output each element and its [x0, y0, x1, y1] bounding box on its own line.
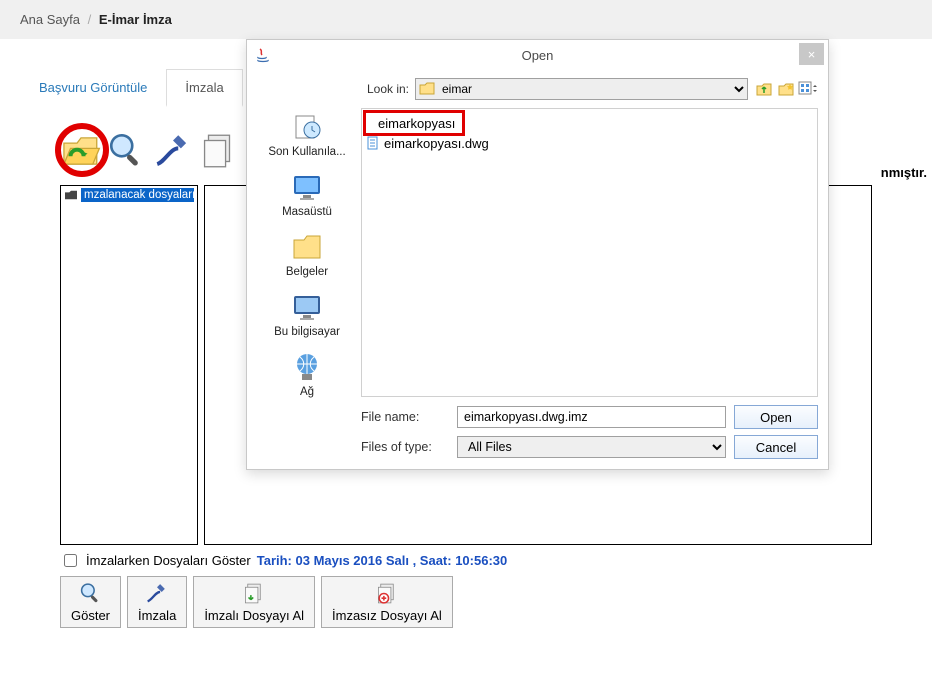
dialog-title: Open	[522, 48, 554, 63]
filename-input[interactable]	[457, 406, 726, 428]
goster-button[interactable]: Göster	[60, 576, 121, 628]
magnify-icon	[78, 581, 104, 606]
file-list[interactable]: D eimarkopyası eimarkopyası.dwg	[361, 108, 818, 397]
breadcrumb-current: E-İmar İmza	[99, 12, 172, 27]
close-icon: ×	[808, 47, 816, 62]
folder-new-icon	[778, 81, 794, 97]
filename-label: File name:	[361, 410, 449, 424]
button-label: İmzasız Dosyayı Al	[332, 608, 442, 623]
look-in-select[interactable]: eimar	[415, 78, 748, 100]
tab-label: Başvuru Görüntüle	[39, 80, 147, 95]
sidebar-network[interactable]: Ağ	[257, 346, 357, 402]
folder-icon	[64, 189, 78, 201]
dialog-close-button[interactable]: ×	[799, 43, 824, 65]
computer-icon	[290, 290, 324, 324]
files-download-icon	[241, 581, 267, 606]
sidebar-label: Ağ	[300, 386, 314, 398]
file-item-eimarkopyasi-dwg[interactable]: eimarkopyası.dwg	[366, 134, 813, 152]
recent-items-icon	[290, 110, 324, 144]
button-label: İmzalı Dosyayı Al	[204, 608, 304, 623]
magnify-button[interactable]	[106, 130, 148, 172]
desktop-icon	[290, 170, 324, 204]
dwg-file-icon	[366, 136, 380, 150]
sidebar-label: Son Kullanıla...	[268, 146, 345, 158]
show-files-checkbox[interactable]	[64, 554, 77, 567]
tab-imzala[interactable]: İmzala	[166, 69, 242, 107]
imzala-button[interactable]: İmzala	[127, 576, 187, 628]
folder-up-icon	[756, 81, 772, 97]
breadcrumb-home[interactable]: Ana Sayfa	[20, 12, 80, 27]
filetype-label: Files of type:	[361, 440, 449, 454]
timestamp: Tarih: 03 Mayıs 2016 Salı , Saat: 10:56:…	[257, 553, 508, 568]
file-name: eimarkopyası.dwg	[384, 136, 489, 151]
magnify-icon	[106, 130, 148, 172]
sidebar-desktop[interactable]: Masaüstü	[257, 166, 357, 222]
button-label: Göster	[71, 608, 110, 623]
tab-basvuru-goruntule[interactable]: Başvuru Görüntüle	[20, 69, 166, 107]
sidebar-label: Masaüstü	[282, 206, 332, 218]
nav-up-button[interactable]	[754, 79, 774, 99]
folder-icon	[290, 230, 324, 264]
filetype-select[interactable]: All Files	[457, 436, 726, 458]
button-label: Cancel	[756, 440, 796, 455]
files-to-sign-panel[interactable]: mzalanacak dosyaları	[60, 185, 198, 545]
dialog-titlebar[interactable]: Open ×	[247, 40, 828, 70]
files-to-sign-label[interactable]: mzalanacak dosyaları	[81, 188, 194, 202]
files-error-icon	[374, 581, 400, 606]
sidebar-recent[interactable]: Son Kullanıla...	[257, 106, 357, 162]
sidebar-label: Bu bilgisayar	[274, 326, 340, 338]
imzasiz-dosyayi-al-button[interactable]: İmzasız Dosyayı Al	[321, 576, 453, 628]
dialog-places-sidebar: Son Kullanıla... Masaüstü Belgeler	[257, 76, 357, 459]
file-open-dialog: Open × Son Kullanıla...	[246, 39, 829, 470]
look-in-label: Look in:	[361, 82, 409, 96]
sidebar-documents[interactable]: Belgeler	[257, 226, 357, 282]
sign-button[interactable]	[152, 130, 194, 172]
pen-sign-icon	[152, 130, 194, 172]
file-name: eimarkopyası	[378, 116, 455, 131]
breadcrumb-sep: /	[88, 12, 92, 27]
button-label: Open	[760, 410, 792, 425]
show-files-label: İmzalarken Dosyaları Göster	[86, 553, 251, 568]
nav-view-button[interactable]	[798, 79, 818, 99]
files-stack-icon	[198, 130, 240, 172]
pen-sign-icon	[144, 581, 170, 606]
java-icon	[255, 46, 273, 64]
network-icon	[290, 350, 324, 384]
file-item-eimarkopyasi[interactable]: D eimarkopyası	[366, 113, 462, 133]
open-button[interactable]: Open	[734, 405, 818, 429]
button-label: İmzala	[138, 608, 176, 623]
tab-label: İmzala	[185, 80, 223, 95]
sidebar-label: Belgeler	[286, 266, 328, 278]
cancel-button[interactable]: Cancel	[734, 435, 818, 459]
breadcrumb: Ana Sayfa / E-İmar İmza	[0, 0, 932, 39]
view-mode-icon	[798, 81, 818, 97]
truncated-right-text: nmıştır.	[881, 165, 927, 180]
open-file-button[interactable]	[60, 130, 102, 172]
imzali-dosyayi-al-button[interactable]: İmzalı Dosyayı Al	[193, 576, 315, 628]
sidebar-thispc[interactable]: Bu bilgisayar	[257, 286, 357, 342]
folder-open-icon	[60, 130, 102, 172]
files-button[interactable]	[198, 130, 240, 172]
nav-new-folder-button[interactable]	[776, 79, 796, 99]
